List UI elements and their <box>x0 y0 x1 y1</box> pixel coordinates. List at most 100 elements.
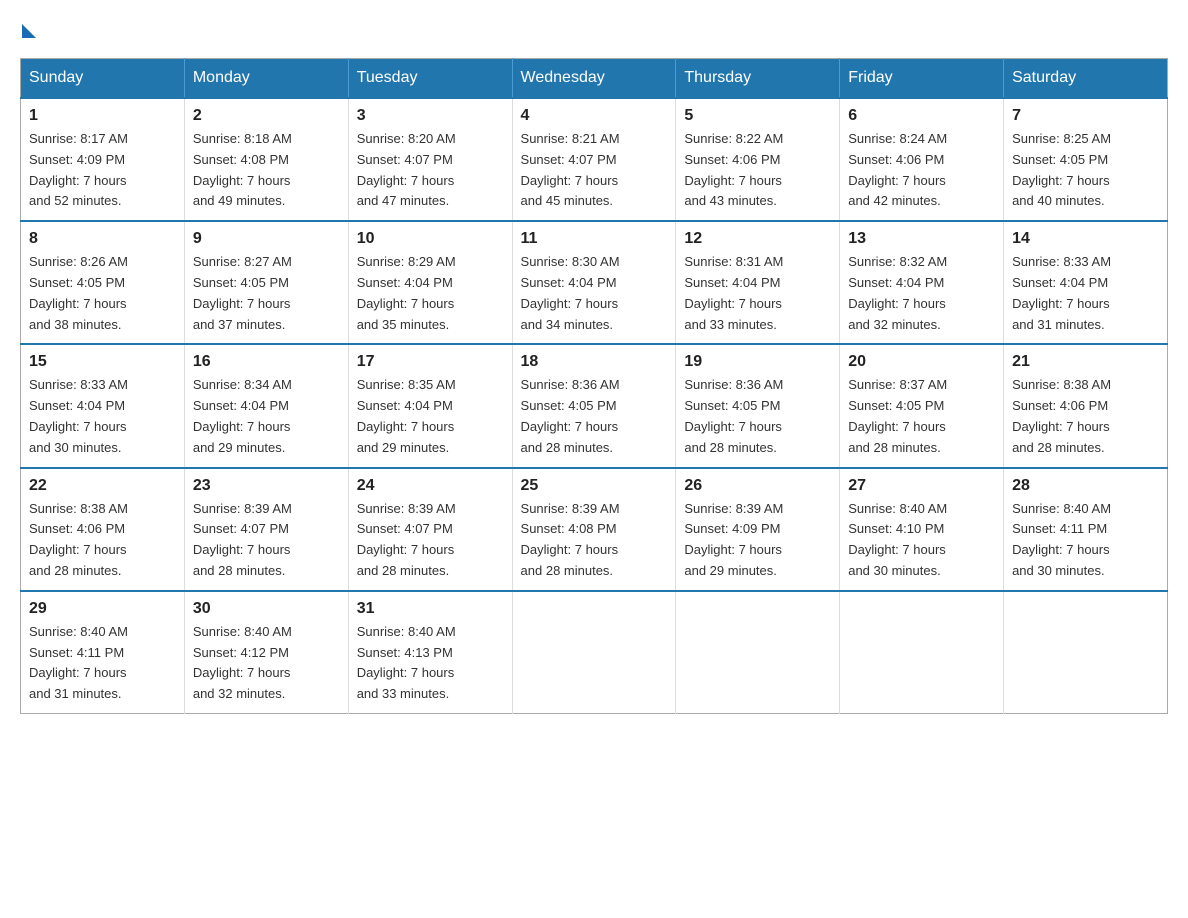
header-wednesday: Wednesday <box>512 59 676 99</box>
day-number: 25 <box>521 477 668 495</box>
day-info: Sunrise: 8:37 AM Sunset: 4:05 PM Dayligh… <box>848 375 995 458</box>
day-number: 29 <box>29 600 176 618</box>
day-info: Sunrise: 8:36 AM Sunset: 4:05 PM Dayligh… <box>684 375 831 458</box>
day-info: Sunrise: 8:29 AM Sunset: 4:04 PM Dayligh… <box>357 252 504 335</box>
day-cell: 20 Sunrise: 8:37 AM Sunset: 4:05 PM Dayl… <box>840 344 1004 467</box>
day-number: 28 <box>1012 477 1159 495</box>
day-info: Sunrise: 8:26 AM Sunset: 4:05 PM Dayligh… <box>29 252 176 335</box>
page-header <box>20 20 1168 38</box>
day-cell: 4 Sunrise: 8:21 AM Sunset: 4:07 PM Dayli… <box>512 98 676 221</box>
header-thursday: Thursday <box>676 59 840 99</box>
day-number: 1 <box>29 107 176 125</box>
day-info: Sunrise: 8:31 AM Sunset: 4:04 PM Dayligh… <box>684 252 831 335</box>
day-number: 21 <box>1012 353 1159 371</box>
header-friday: Friday <box>840 59 1004 99</box>
header-monday: Monday <box>184 59 348 99</box>
header-sunday: Sunday <box>21 59 185 99</box>
day-cell: 8 Sunrise: 8:26 AM Sunset: 4:05 PM Dayli… <box>21 221 185 344</box>
logo-triangle-icon <box>22 24 36 38</box>
day-cell <box>676 591 840 714</box>
day-info: Sunrise: 8:39 AM Sunset: 4:08 PM Dayligh… <box>521 499 668 582</box>
day-number: 5 <box>684 107 831 125</box>
day-info: Sunrise: 8:40 AM Sunset: 4:11 PM Dayligh… <box>29 622 176 705</box>
week-row-3: 15 Sunrise: 8:33 AM Sunset: 4:04 PM Dayl… <box>21 344 1168 467</box>
week-row-5: 29 Sunrise: 8:40 AM Sunset: 4:11 PM Dayl… <box>21 591 1168 714</box>
day-cell: 26 Sunrise: 8:39 AM Sunset: 4:09 PM Dayl… <box>676 468 840 591</box>
day-info: Sunrise: 8:24 AM Sunset: 4:06 PM Dayligh… <box>848 129 995 212</box>
day-number: 2 <box>193 107 340 125</box>
day-info: Sunrise: 8:20 AM Sunset: 4:07 PM Dayligh… <box>357 129 504 212</box>
day-number: 8 <box>29 230 176 248</box>
day-info: Sunrise: 8:39 AM Sunset: 4:07 PM Dayligh… <box>193 499 340 582</box>
day-info: Sunrise: 8:30 AM Sunset: 4:04 PM Dayligh… <box>521 252 668 335</box>
day-cell: 19 Sunrise: 8:36 AM Sunset: 4:05 PM Dayl… <box>676 344 840 467</box>
day-number: 31 <box>357 600 504 618</box>
day-cell: 13 Sunrise: 8:32 AM Sunset: 4:04 PM Dayl… <box>840 221 1004 344</box>
day-info: Sunrise: 8:27 AM Sunset: 4:05 PM Dayligh… <box>193 252 340 335</box>
day-cell: 27 Sunrise: 8:40 AM Sunset: 4:10 PM Dayl… <box>840 468 1004 591</box>
day-number: 11 <box>521 230 668 248</box>
day-number: 23 <box>193 477 340 495</box>
day-cell: 1 Sunrise: 8:17 AM Sunset: 4:09 PM Dayli… <box>21 98 185 221</box>
day-info: Sunrise: 8:40 AM Sunset: 4:10 PM Dayligh… <box>848 499 995 582</box>
day-info: Sunrise: 8:32 AM Sunset: 4:04 PM Dayligh… <box>848 252 995 335</box>
day-cell: 16 Sunrise: 8:34 AM Sunset: 4:04 PM Dayl… <box>184 344 348 467</box>
day-number: 12 <box>684 230 831 248</box>
day-cell: 28 Sunrise: 8:40 AM Sunset: 4:11 PM Dayl… <box>1004 468 1168 591</box>
day-number: 4 <box>521 107 668 125</box>
calendar-header-row: SundayMondayTuesdayWednesdayThursdayFrid… <box>21 59 1168 99</box>
day-number: 6 <box>848 107 995 125</box>
header-saturday: Saturday <box>1004 59 1168 99</box>
day-info: Sunrise: 8:38 AM Sunset: 4:06 PM Dayligh… <box>29 499 176 582</box>
day-info: Sunrise: 8:40 AM Sunset: 4:11 PM Dayligh… <box>1012 499 1159 582</box>
day-info: Sunrise: 8:40 AM Sunset: 4:13 PM Dayligh… <box>357 622 504 705</box>
day-info: Sunrise: 8:18 AM Sunset: 4:08 PM Dayligh… <box>193 129 340 212</box>
day-cell: 25 Sunrise: 8:39 AM Sunset: 4:08 PM Dayl… <box>512 468 676 591</box>
day-cell: 29 Sunrise: 8:40 AM Sunset: 4:11 PM Dayl… <box>21 591 185 714</box>
day-number: 20 <box>848 353 995 371</box>
day-cell: 23 Sunrise: 8:39 AM Sunset: 4:07 PM Dayl… <box>184 468 348 591</box>
day-cell <box>1004 591 1168 714</box>
day-number: 22 <box>29 477 176 495</box>
day-info: Sunrise: 8:35 AM Sunset: 4:04 PM Dayligh… <box>357 375 504 458</box>
day-number: 30 <box>193 600 340 618</box>
day-cell: 6 Sunrise: 8:24 AM Sunset: 4:06 PM Dayli… <box>840 98 1004 221</box>
day-cell: 9 Sunrise: 8:27 AM Sunset: 4:05 PM Dayli… <box>184 221 348 344</box>
day-number: 19 <box>684 353 831 371</box>
day-number: 26 <box>684 477 831 495</box>
day-info: Sunrise: 8:33 AM Sunset: 4:04 PM Dayligh… <box>1012 252 1159 335</box>
day-info: Sunrise: 8:21 AM Sunset: 4:07 PM Dayligh… <box>521 129 668 212</box>
day-info: Sunrise: 8:39 AM Sunset: 4:09 PM Dayligh… <box>684 499 831 582</box>
day-cell: 7 Sunrise: 8:25 AM Sunset: 4:05 PM Dayli… <box>1004 98 1168 221</box>
day-cell: 2 Sunrise: 8:18 AM Sunset: 4:08 PM Dayli… <box>184 98 348 221</box>
day-cell: 18 Sunrise: 8:36 AM Sunset: 4:05 PM Dayl… <box>512 344 676 467</box>
logo <box>20 20 36 38</box>
day-info: Sunrise: 8:39 AM Sunset: 4:07 PM Dayligh… <box>357 499 504 582</box>
day-number: 16 <box>193 353 340 371</box>
day-cell: 31 Sunrise: 8:40 AM Sunset: 4:13 PM Dayl… <box>348 591 512 714</box>
day-cell: 5 Sunrise: 8:22 AM Sunset: 4:06 PM Dayli… <box>676 98 840 221</box>
day-info: Sunrise: 8:34 AM Sunset: 4:04 PM Dayligh… <box>193 375 340 458</box>
day-number: 10 <box>357 230 504 248</box>
day-cell <box>840 591 1004 714</box>
day-info: Sunrise: 8:22 AM Sunset: 4:06 PM Dayligh… <box>684 129 831 212</box>
day-number: 15 <box>29 353 176 371</box>
calendar-table: SundayMondayTuesdayWednesdayThursdayFrid… <box>20 58 1168 714</box>
day-info: Sunrise: 8:33 AM Sunset: 4:04 PM Dayligh… <box>29 375 176 458</box>
day-cell <box>512 591 676 714</box>
day-number: 17 <box>357 353 504 371</box>
day-cell: 17 Sunrise: 8:35 AM Sunset: 4:04 PM Dayl… <box>348 344 512 467</box>
day-info: Sunrise: 8:36 AM Sunset: 4:05 PM Dayligh… <box>521 375 668 458</box>
day-number: 7 <box>1012 107 1159 125</box>
day-number: 27 <box>848 477 995 495</box>
day-number: 18 <box>521 353 668 371</box>
day-info: Sunrise: 8:38 AM Sunset: 4:06 PM Dayligh… <box>1012 375 1159 458</box>
week-row-2: 8 Sunrise: 8:26 AM Sunset: 4:05 PM Dayli… <box>21 221 1168 344</box>
day-cell: 22 Sunrise: 8:38 AM Sunset: 4:06 PM Dayl… <box>21 468 185 591</box>
day-cell: 14 Sunrise: 8:33 AM Sunset: 4:04 PM Dayl… <box>1004 221 1168 344</box>
week-row-1: 1 Sunrise: 8:17 AM Sunset: 4:09 PM Dayli… <box>21 98 1168 221</box>
day-number: 24 <box>357 477 504 495</box>
day-info: Sunrise: 8:25 AM Sunset: 4:05 PM Dayligh… <box>1012 129 1159 212</box>
day-info: Sunrise: 8:17 AM Sunset: 4:09 PM Dayligh… <box>29 129 176 212</box>
day-number: 3 <box>357 107 504 125</box>
